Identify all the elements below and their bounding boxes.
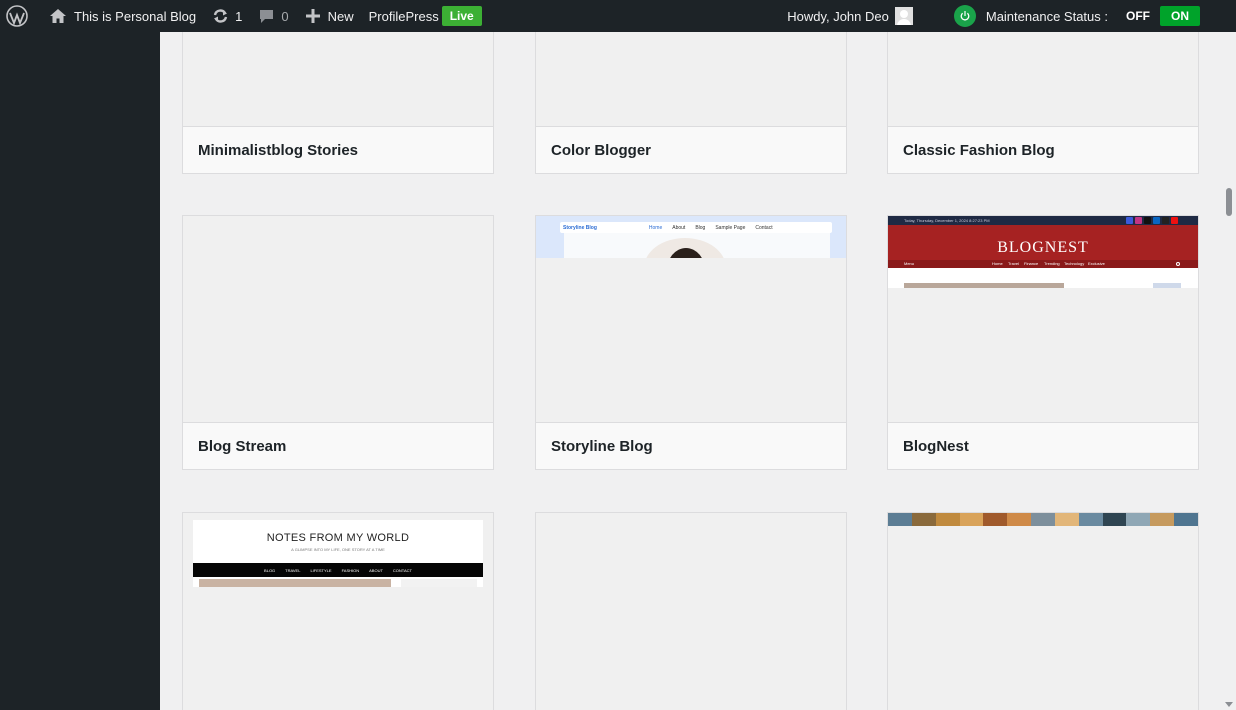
storyline-cutoff [536,258,846,422]
template-name: Storyline Blog [536,422,846,469]
template-card[interactable]: Classic Fashion Blog [887,32,1199,174]
x-icon [1144,217,1151,224]
template-name: Classic Fashion Blog [888,126,1198,173]
template-preview[interactable]: Today, Thursday, December 1, 2024 8:27:2… [888,216,1198,422]
linkedin-icon [1153,217,1160,224]
notes-side-image [401,579,477,587]
template-preview[interactable] [536,513,846,710]
blognest-menu: Menu Home Travel Finance Trending Techno… [888,260,1198,268]
storyline-brand: Storyline Blog [563,224,597,231]
notes-title: NOTES FROM MY WORLD [266,532,410,544]
storyline-menu-item: About [672,224,686,231]
blognest-menu-item: Technology [1064,261,1085,266]
notes-subtitle: A GLIMPSE INTO MY LIFE, ONE STORY AT A T… [291,547,385,552]
blognest-topbar: Today, Thursday, December 1, 2024 8:27:2… [888,216,1198,225]
storyline-menu-item: Home [648,224,663,231]
tiktok-icon [1162,217,1169,224]
template-card[interactable]: Minimalistblog Stories [182,32,494,174]
maintenance-off-toggle[interactable]: OFF [1126,9,1150,23]
template-card[interactable]: NOTES FROM MY WORLD A GLIMPSE INTO MY LI… [182,512,494,710]
maintenance-status-label: Maintenance Status : [985,8,1108,24]
comments-link[interactable]: 0 [249,0,295,32]
instagram-icon [1135,217,1142,224]
avatar [894,7,913,25]
updates-link[interactable]: 1 [203,0,249,32]
new-label: New [327,8,354,24]
blognest-logo: BLOGNEST [997,239,1089,256]
template-card[interactable]: Color Blogger [535,32,847,174]
template-preview[interactable] [183,32,493,126]
template-preview[interactable] [536,32,846,126]
landscape-photo-strip [888,513,1198,526]
template-card[interactable]: Storyline Blog Home About Blog Sample Pa… [535,215,847,470]
template-card[interactable] [887,512,1199,710]
blognest-sidebar-image [1153,283,1181,288]
youtube-icon [1171,217,1178,224]
template-card[interactable] [535,512,847,710]
blognest-menu-item: Menu [904,261,915,266]
admin-sidebar [0,32,160,710]
notes-menu-item: FASHION [341,567,360,573]
template-card[interactable]: Blog Stream [182,215,494,470]
storyline-menu-item: Blog [695,224,706,231]
updates-icon [213,9,228,23]
my-account-link[interactable]: Howdy, John Deo [780,0,920,32]
profilepress-label: ProfilePress [368,8,439,24]
notes-menu-item: TRAVEL [285,567,301,573]
wordpress-icon [6,5,28,27]
updates-count: 1 [235,8,243,24]
wordpress-logo-button[interactable] [0,0,35,32]
profilepress-link[interactable]: ProfilePress Live [361,0,489,32]
template-preview[interactable]: Storyline Blog Home About Blog Sample Pa… [536,216,846,422]
blognest-header: BLOGNEST [888,225,1198,260]
notes-menu-item: LIFESTYLE [310,567,332,573]
template-grid: Minimalistblog Stories Color Blogger Cla… [160,32,1222,710]
blognest-menu-item: Finance [1024,261,1039,266]
home-icon [50,9,66,23]
search-icon [1176,262,1180,266]
template-preview[interactable] [183,216,493,422]
live-badge: Live [441,6,482,26]
template-name: Minimalistblog Stories [183,126,493,173]
blognest-date: Today, Thursday, December 1, 2024 8:27:2… [904,218,990,223]
blognest-menu-item: Home [992,261,1003,266]
storyline-nav: Storyline Blog Home About Blog Sample Pa… [560,222,832,233]
vertical-scrollbar[interactable] [1222,32,1236,710]
scrollbar-thumb[interactable] [1226,188,1232,216]
template-name: Blog Stream [183,422,493,469]
blognest-menu-item: Exclusive [1088,261,1105,266]
notes-featured-image [199,579,391,587]
scroll-down-arrow-icon[interactable] [1225,702,1233,707]
notes-menu-item: ABOUT [369,567,383,573]
notes-menu-item: BLOG [264,567,276,573]
howdy-text: Howdy, John Deo [787,8,889,24]
storyline-menu-item: Contact [755,224,773,231]
storyline-menu-item: Sample Page [715,224,746,231]
template-preview[interactable] [888,32,1198,126]
notes-header: NOTES FROM MY WORLD A GLIMPSE INTO MY LI… [193,520,483,587]
template-card[interactable]: Today, Thursday, December 1, 2024 8:27:2… [887,215,1199,470]
blognest-menu-item: Trending [1044,261,1060,266]
blognest-featured-image [904,283,1064,288]
site-name: This is Personal Blog [74,8,197,24]
template-preview[interactable] [888,513,1198,710]
template-name: BlogNest [888,422,1198,469]
comments-count: 0 [281,8,289,24]
facebook-icon [1126,217,1133,224]
comment-icon [260,10,274,23]
maintenance-on-toggle[interactable]: ON [1160,6,1200,26]
notes-menu-item: CONTACT [392,567,412,573]
site-name-link[interactable]: This is Personal Blog [35,0,203,32]
new-content-link[interactable]: New [296,0,361,32]
template-preview[interactable]: NOTES FROM MY WORLD A GLIMPSE INTO MY LI… [183,513,493,710]
template-name: Color Blogger [536,126,846,173]
plus-icon [305,9,320,23]
blognest-menu-item: Travel [1008,261,1019,266]
power-icon [953,5,976,27]
notes-menu: BLOG TRAVEL LIFESTYLE FASHION ABOUT CONT… [193,563,483,577]
admin-bar: This is Personal Blog 1 0 New ProfilePre… [0,0,1236,32]
